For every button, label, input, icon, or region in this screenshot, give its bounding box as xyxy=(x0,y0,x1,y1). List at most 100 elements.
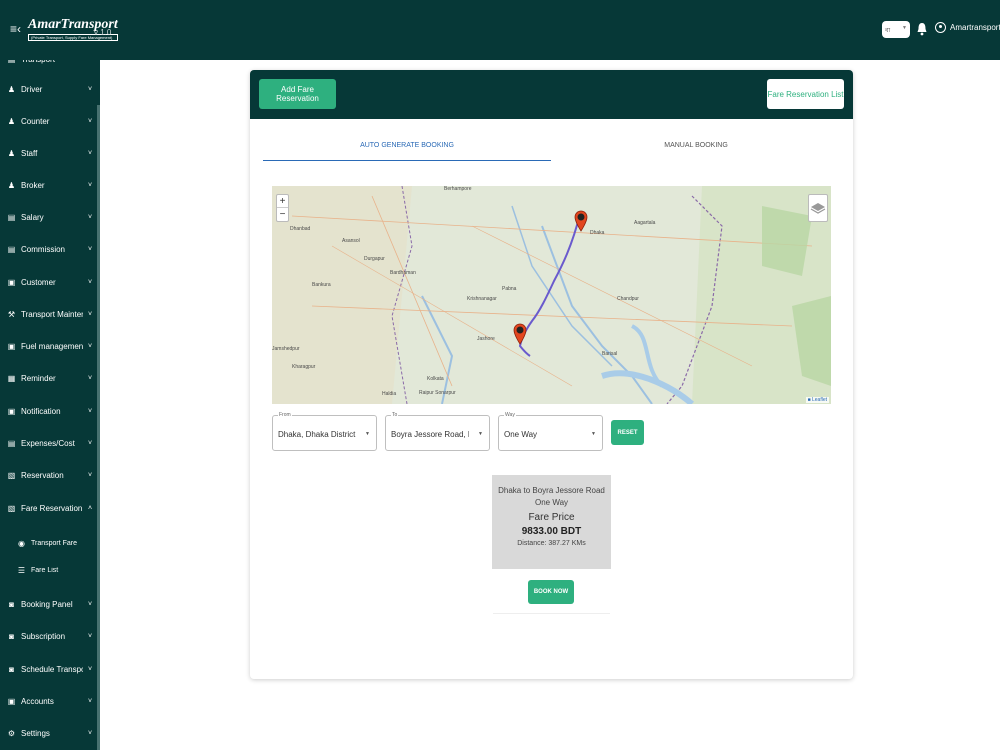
wallet-icon: ▤ xyxy=(7,244,16,254)
zoom-in-button[interactable]: + xyxy=(277,195,288,208)
radio-icon: ◉ xyxy=(18,538,25,548)
tools-icon: ⚒ xyxy=(7,309,16,319)
sidebar-scrollbar[interactable] xyxy=(97,105,100,750)
sidebar-subitem-label: Transport Fare xyxy=(31,539,78,547)
book-now-button[interactable]: BOOK NOW xyxy=(528,580,574,604)
sidebar-item-settings[interactable]: ⚙ Settings ˅ xyxy=(0,724,97,742)
route-map[interactable]: Dhanbad Asansol Bardhaman Kolkata Jamshe… xyxy=(272,186,831,404)
way-label: Way xyxy=(504,412,516,418)
zoom-out-button[interactable]: − xyxy=(277,208,288,221)
chevron-down-icon: ˅ xyxy=(87,407,93,415)
layers-button[interactable] xyxy=(808,194,828,222)
map-place: Jamshedpur xyxy=(272,346,300,352)
reset-button[interactable]: RESET xyxy=(611,420,644,445)
person-icon: ♟ xyxy=(7,116,16,126)
sidebar-item-salary[interactable]: ▤ Salary ˅ xyxy=(0,208,97,226)
sidebar-subitem-transport-fare[interactable]: ◉ Transport Fare xyxy=(0,535,97,551)
end-marker-icon[interactable] xyxy=(513,323,527,345)
bus-icon: ▤ xyxy=(7,60,16,64)
layers-icon xyxy=(810,203,826,214)
start-marker-icon[interactable] xyxy=(574,210,588,232)
chevron-down-icon: ˅ xyxy=(87,729,93,737)
language-select[interactable]: বা ▼ xyxy=(882,21,910,38)
map-attribution-link[interactable]: ■ Leaflet xyxy=(805,397,829,403)
zoom-control: + − xyxy=(276,194,289,222)
schedule-icon: ◙ xyxy=(9,664,14,674)
map-place: Haldia xyxy=(382,391,397,397)
fare-summary: Dhaka to Boyra Jessore Road One Way Fare… xyxy=(492,475,611,569)
attribution-text: Leaflet xyxy=(811,397,827,403)
sidebar-item-counter[interactable]: ♟ Counter ˅ xyxy=(0,112,97,130)
app-version: v 1.0 xyxy=(94,28,112,37)
tab-auto-generate-booking[interactable]: AUTO GENERATE BOOKING xyxy=(263,135,551,161)
sidebar-item-notification[interactable]: ▣ Notification ˅ xyxy=(0,402,97,420)
chevron-down-icon: ˅ xyxy=(83,60,97,63)
sidebar-item-label: Booking Panel xyxy=(21,599,73,609)
map-place: Chandpur xyxy=(617,296,639,302)
card-header: Add Fare Reservation Fare Reservation Li… xyxy=(250,70,853,119)
to-select[interactable]: To Boyra Jessore Road, Boyra ▼ xyxy=(385,412,490,451)
from-select[interactable]: From Dhaka, Dhaka District, B... ▼ xyxy=(272,412,377,451)
sidebar-item-staff[interactable]: ♟ Staff ˅ xyxy=(0,144,97,162)
way-select[interactable]: Way One Way ▼ xyxy=(498,412,603,451)
sidebar-item-schedule-transport[interactable]: ◙ Schedule Transport ˅ xyxy=(0,660,97,678)
add-fare-reservation-button[interactable]: Add Fare Reservation xyxy=(259,79,336,109)
sidebar-item-customer[interactable]: ▣ Customer ˅ xyxy=(0,273,97,291)
menu-toggle-icon[interactable]: ≡‹ xyxy=(10,22,21,36)
bell-icon[interactable] xyxy=(916,22,928,36)
sidebar-item-commission[interactable]: ▤ Commission ˅ xyxy=(0,240,97,258)
chevron-down-icon: ˅ xyxy=(87,471,93,479)
divider xyxy=(493,613,610,614)
sidebar-item-label: Reservation xyxy=(21,470,64,480)
map-place: Bardhaman xyxy=(390,270,416,276)
user-name: Amartransport xyxy=(950,23,1000,32)
fare-price: 9833.00 BDT xyxy=(521,526,582,537)
chevron-down-icon: ▼ xyxy=(591,431,596,437)
chevron-down-icon: ▼ xyxy=(365,431,370,437)
notification-icon: ▣ xyxy=(7,406,16,416)
sidebar-item-label: Customer xyxy=(21,277,56,287)
fare-reservation-list-button[interactable]: Fare Reservation List xyxy=(767,79,844,109)
user-menu[interactable]: Amartransport xyxy=(935,22,1000,33)
sidebar-item-expenses-cost[interactable]: ▤ Expenses/Cost ˅ xyxy=(0,434,97,452)
to-label: To xyxy=(391,412,399,418)
sidebar-item-broker[interactable]: ♟ Broker ˅ xyxy=(0,176,97,194)
gear-icon: ⚙ xyxy=(7,728,16,738)
sidebar-item-label: Transport xyxy=(21,60,83,64)
list-icon: ☰ xyxy=(17,565,26,575)
sidebar-item-transport-maintenance[interactable]: ⚒ Transport Maintenance ˅ xyxy=(0,305,97,323)
language-value: বা xyxy=(885,28,891,34)
to-value: Boyra Jessore Road, Boyra xyxy=(391,430,469,439)
sidebar-item-label: Driver xyxy=(21,84,43,94)
sidebar-item-transport[interactable]: ▤ Transport˅ xyxy=(0,60,97,68)
sidebar-item-accounts[interactable]: ▣ Accounts ˅ xyxy=(0,692,97,710)
subscription-icon: ◙ xyxy=(9,631,14,641)
chevron-down-icon: ˅ xyxy=(87,117,93,125)
from-value: Dhaka, Dhaka District, B... xyxy=(278,430,356,439)
fare-distance: Distance: 387.27 KMs xyxy=(517,540,586,547)
reservation-icon: ▧ xyxy=(7,503,16,513)
chevron-down-icon: ˅ xyxy=(87,374,93,382)
user-avatar-icon xyxy=(935,22,946,33)
chevron-down-icon: ˅ xyxy=(87,181,93,189)
fare-reservation-card: Add Fare Reservation Fare Reservation Li… xyxy=(250,70,853,679)
tab-manual-booking[interactable]: MANUAL BOOKING xyxy=(552,135,840,161)
sidebar-item-driver[interactable]: ♟ Driver ˅ xyxy=(0,80,97,98)
chevron-down-icon: ▼ xyxy=(902,25,907,31)
sidebar-item-reminder[interactable]: ▦ Reminder ˅ xyxy=(0,369,97,387)
map-place: Bankura xyxy=(312,282,331,288)
sidebar-item-subscription[interactable]: ◙ Subscription ˅ xyxy=(0,627,97,645)
sidebar-subitem-fare-list[interactable]: ☰ Fare List xyxy=(0,562,97,578)
fare-route: Dhaka to Boyra Jessore Road One Way xyxy=(498,486,605,507)
sidebar-item-fare-reservation[interactable]: ▧ Fare Reservation ˄ xyxy=(0,499,97,517)
map-place: Durgapur xyxy=(364,256,385,262)
sidebar-item-reservation[interactable]: ▧ Reservation ˅ xyxy=(0,466,97,484)
sidebar-item-booking-panel[interactable]: ◙ Booking Panel ˅ xyxy=(0,595,97,613)
sidebar-subitem-label: Fare List xyxy=(31,566,59,574)
sidebar-item-label: Fuel management xyxy=(21,341,83,351)
sidebar-item-fuel-management[interactable]: ▣ Fuel management ˅ xyxy=(0,337,97,355)
accounts-icon: ▣ xyxy=(7,696,16,706)
chevron-down-icon: ˅ xyxy=(87,85,93,93)
expenses-icon: ▤ xyxy=(7,438,16,448)
chevron-down-icon: ˅ xyxy=(87,697,93,705)
